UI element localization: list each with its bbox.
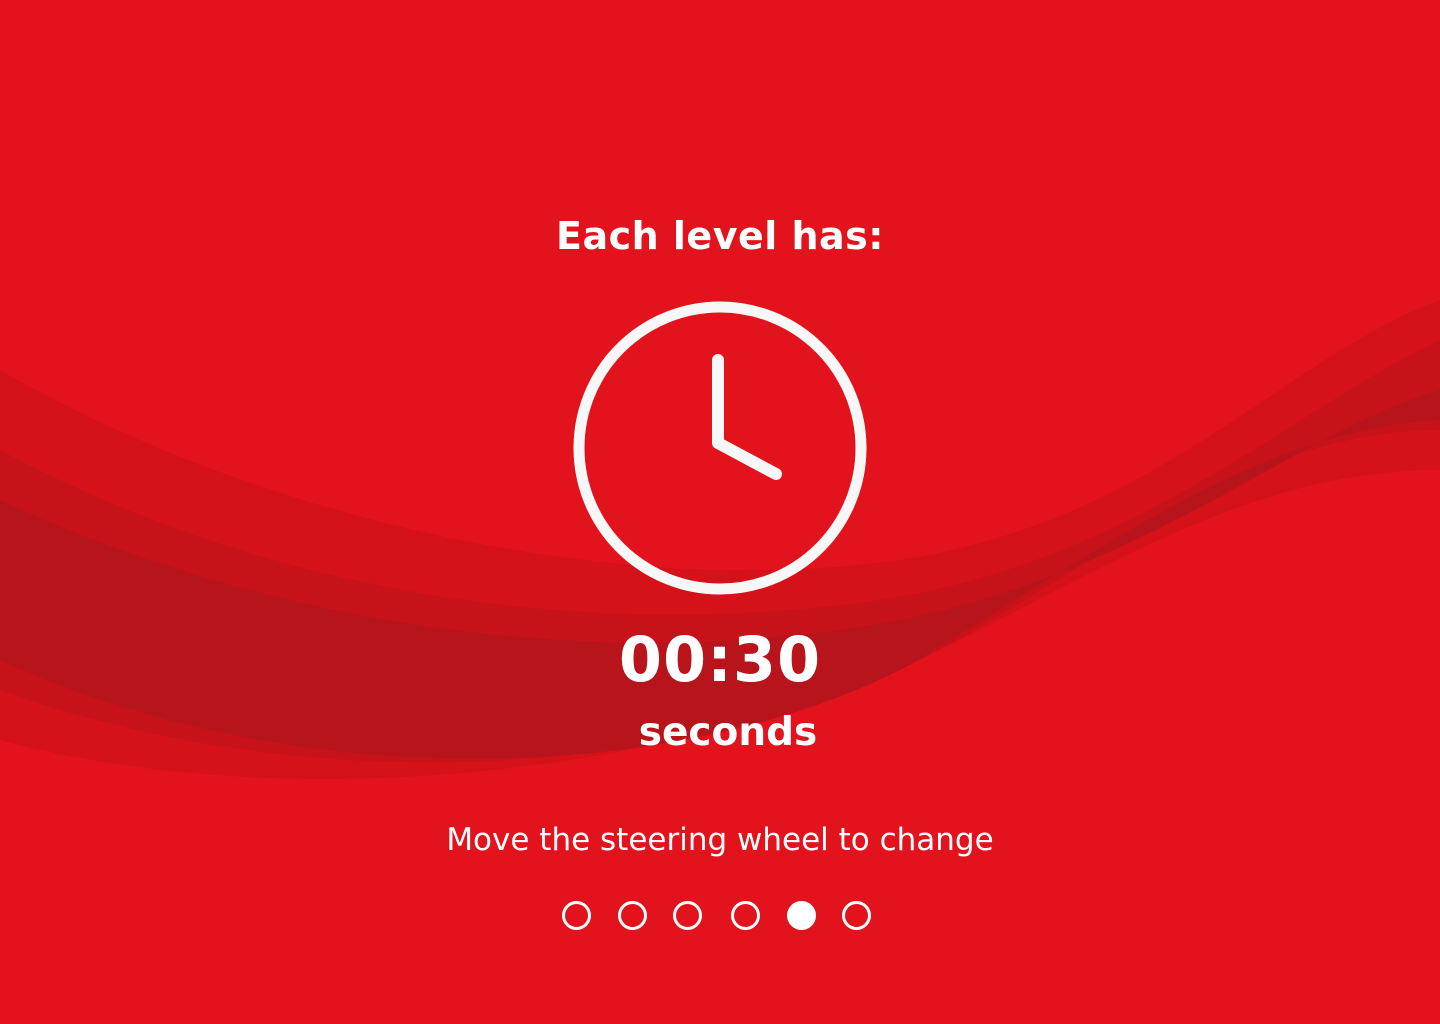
clock-icon <box>573 301 867 595</box>
game-intro-screen: Each level has: 00:30 seconds Move the s… <box>0 0 1440 1024</box>
page-dot-4[interactable] <box>731 901 760 930</box>
instruction-text: Move the steering wheel to change <box>446 822 994 858</box>
page-dot-3[interactable] <box>673 901 702 930</box>
page-dot-5[interactable] <box>787 901 816 930</box>
page-dot-1[interactable] <box>562 901 591 930</box>
timer-value: 00:30 <box>618 623 822 696</box>
page-dot-6[interactable] <box>842 901 871 930</box>
timer-unit: seconds <box>638 710 818 755</box>
headline: Each level has: <box>555 214 884 258</box>
page-dot-2[interactable] <box>618 901 647 930</box>
page-indicator <box>562 898 882 938</box>
